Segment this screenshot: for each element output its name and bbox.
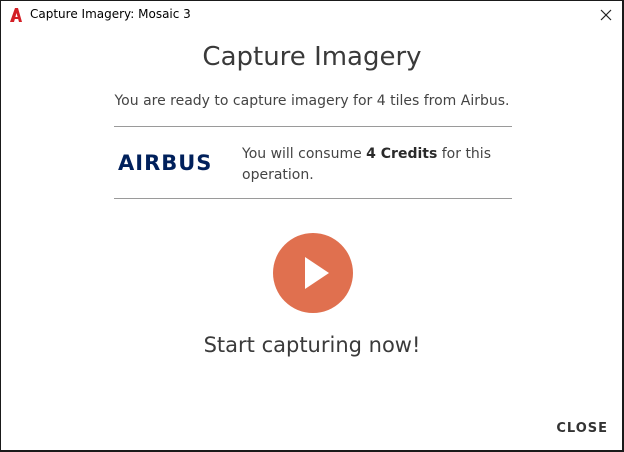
play-icon: [305, 257, 329, 289]
close-icon[interactable]: [596, 5, 616, 25]
start-capturing-label[interactable]: Start capturing now!: [1, 333, 623, 357]
dialog-subheading: You are ready to capture imagery for 4 t…: [114, 93, 510, 109]
start-capture-button[interactable]: [273, 233, 353, 313]
airbus-logo: AIRBUS: [118, 151, 213, 175]
divider-bottom: [114, 198, 512, 199]
capture-imagery-dialog: Capture Imagery: Mosaic 3 Capture Imager…: [0, 0, 624, 452]
credit-message: You will consume 4 Credits for this oper…: [242, 144, 512, 186]
autocad-a-icon: [10, 8, 22, 22]
close-button[interactable]: CLOSE: [556, 421, 608, 436]
divider-top: [114, 126, 512, 127]
dialog-heading: Capture Imagery: [202, 42, 422, 72]
window-title: Capture Imagery: Mosaic 3: [30, 7, 191, 21]
credit-amount: 4 Credits: [366, 146, 438, 162]
title-bar: Capture Imagery: Mosaic 3: [1, 1, 622, 29]
credit-prefix: You will consume: [242, 146, 367, 162]
